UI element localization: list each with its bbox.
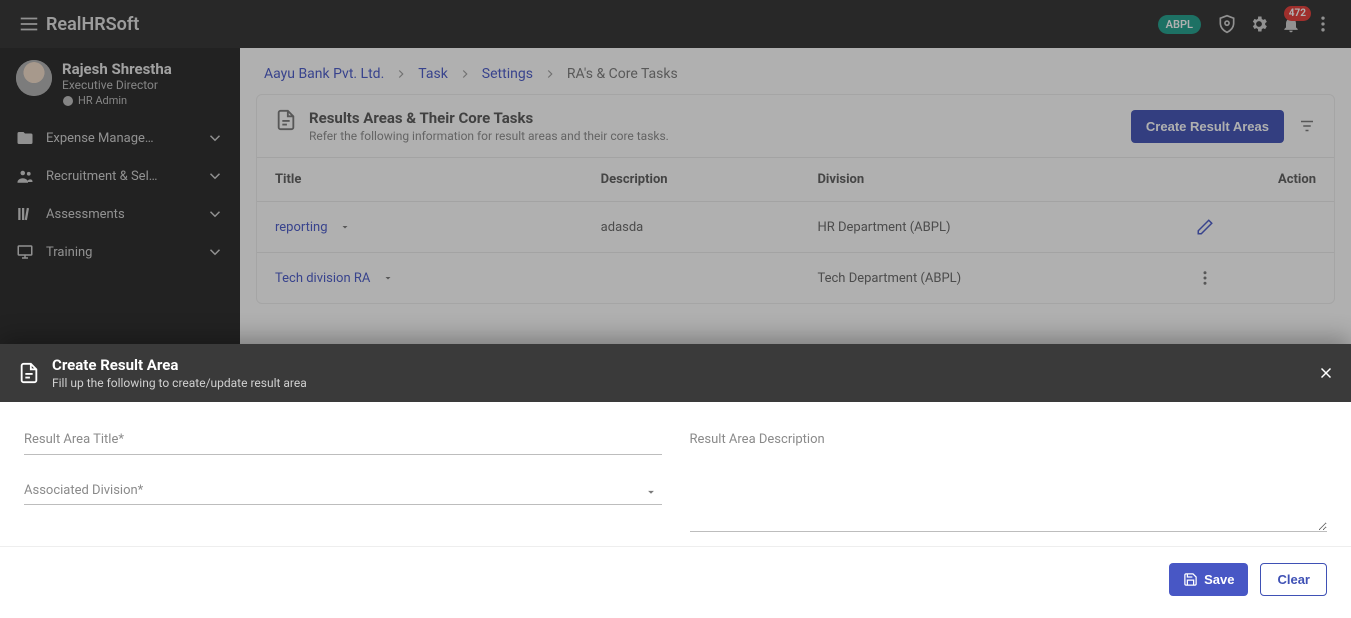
modal-title: Create Result Area <box>52 356 307 374</box>
result-area-description-input[interactable] <box>690 432 1328 532</box>
associated-division-select[interactable] <box>24 483 662 505</box>
result-area-title-field: Result Area Title* <box>24 432 662 455</box>
result-area-title-input[interactable] <box>24 433 662 455</box>
associated-division-field: Associated Division* <box>24 483 662 506</box>
create-result-area-modal: Create Result Area Fill up the following… <box>0 344 1351 618</box>
document-icon <box>18 362 40 384</box>
modal-close-button[interactable] <box>1317 364 1335 382</box>
dropdown-caret[interactable] <box>644 485 658 499</box>
save-icon <box>1183 572 1198 587</box>
caret-down-icon <box>644 485 658 499</box>
clear-button[interactable]: Clear <box>1260 563 1327 596</box>
close-icon <box>1317 364 1335 382</box>
save-button[interactable]: Save <box>1169 563 1248 596</box>
result-area-description-field: Result Area Description <box>690 432 1328 536</box>
modal-subtitle: Fill up the following to create/update r… <box>52 376 307 390</box>
